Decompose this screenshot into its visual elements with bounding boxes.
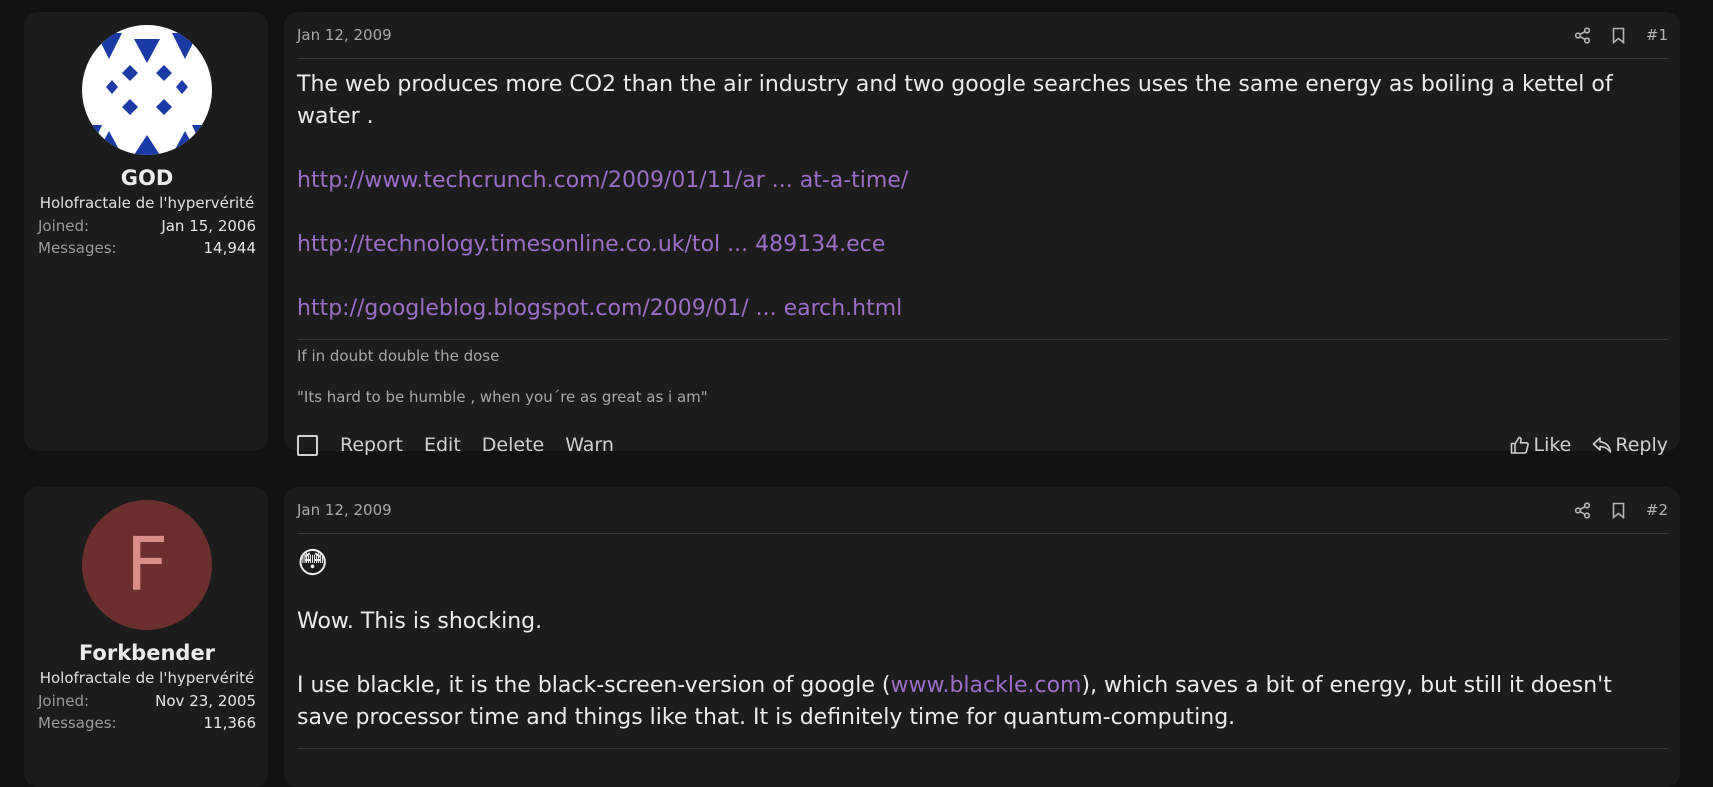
joined-stat: Joined: Jan 15, 2006 — [38, 217, 256, 235]
messages-stat: Messages: 14,944 — [38, 239, 256, 257]
like-button[interactable]: Like — [1510, 434, 1571, 456]
joined-stat: Joined: Nov 23, 2005 — [38, 692, 256, 710]
joined-label: Joined: — [38, 692, 90, 710]
signature-line-1: If in doubt double the dose — [297, 347, 500, 365]
messages-label: Messages: — [38, 714, 117, 732]
user-title: Holofractale de l'hypervérité — [39, 669, 255, 687]
triangle-pattern-avatar — [82, 25, 212, 155]
post-header: Jan 12, 2009 #2 — [297, 487, 1668, 534]
avatar[interactable]: F — [82, 500, 212, 630]
username[interactable]: GOD — [38, 166, 256, 190]
post-body: The web produces more CO2 than the air i… — [297, 59, 1668, 325]
post-date[interactable]: Jan 12, 2009 — [297, 501, 392, 519]
share-icon[interactable] — [1574, 501, 1591, 519]
share-icon[interactable] — [1574, 26, 1591, 44]
joined-value: Nov 23, 2005 — [155, 692, 256, 710]
post-2: F Forkbender Holofractale de l'hypervéri… — [24, 487, 1680, 787]
joined-label: Joined: — [38, 217, 90, 235]
bookmark-icon[interactable] — [1611, 502, 1626, 519]
post-text-1: Wow. This is shocking. — [297, 609, 543, 634]
user-panel-god: GOD Holofractale de l'hypervérité Joined… — [24, 12, 268, 451]
post-link-3[interactable]: http://googleblog.blogspot.com/2009/01/ … — [297, 296, 902, 321]
avatar[interactable] — [82, 25, 212, 155]
messages-value: 14,944 — [203, 239, 257, 257]
reaction-actions: Like Reply — [1489, 434, 1668, 456]
user-title: Holofractale de l'hypervérité — [39, 194, 255, 212]
reply-button[interactable]: Reply — [1592, 434, 1668, 456]
thumbs-up-icon — [1511, 436, 1530, 454]
post-1: GOD Holofractale de l'hypervérité Joined… — [24, 12, 1680, 456]
post-footer: Report Edit Delete Warn Like Reply — [297, 425, 1668, 465]
report-button[interactable]: Report — [340, 434, 403, 456]
flushed-face-emoji: 😳 — [297, 546, 329, 581]
warn-button[interactable]: Warn — [565, 434, 614, 456]
moderation-actions: Report Edit Delete Warn — [297, 434, 635, 456]
messages-value: 11,366 — [203, 714, 257, 732]
signature-line-2: "Its hard to be humble , when you´re as … — [297, 388, 708, 406]
post-text-2-before: I use blackle, it is the black-screen-ve… — [297, 673, 891, 698]
post-content: Jan 12, 2009 #1 The web produces more CO… — [284, 12, 1680, 456]
post-content: Jan 12, 2009 #2 😳 Wow. This is shocking.… — [284, 487, 1680, 787]
messages-stat: Messages: 11,366 — [38, 714, 256, 732]
post-text: The web produces more CO2 than the air i… — [297, 72, 1613, 129]
post-date[interactable]: Jan 12, 2009 — [297, 26, 392, 44]
post-header-actions: #1 — [1574, 26, 1668, 44]
delete-button[interactable]: Delete — [482, 434, 544, 456]
post-body: 😳 Wow. This is shocking. I use blackle, … — [297, 534, 1668, 734]
reply-label: Reply — [1615, 434, 1668, 456]
post-number[interactable]: #1 — [1646, 26, 1668, 44]
messages-label: Messages: — [38, 239, 117, 257]
user-panel-forkbender: F Forkbender Holofractale de l'hypervéri… — [24, 487, 268, 787]
post-header: Jan 12, 2009 #1 — [297, 12, 1668, 59]
post-link-2[interactable]: http://technology.timesonline.co.uk/tol … — [297, 232, 885, 257]
post-number[interactable]: #2 — [1646, 501, 1668, 519]
post-header-actions: #2 — [1574, 501, 1668, 519]
reply-icon — [1593, 437, 1612, 453]
edit-button[interactable]: Edit — [424, 434, 461, 456]
select-checkbox[interactable] — [297, 434, 318, 456]
username[interactable]: Forkbender — [38, 641, 256, 665]
post-text-2: I use blackle, it is the black-screen-ve… — [297, 670, 1668, 734]
bookmark-icon[interactable] — [1611, 27, 1626, 44]
signature: If in doubt double the dose "Its hard to… — [297, 339, 1668, 408]
blackle-link[interactable]: www.blackle.com — [891, 673, 1082, 698]
joined-value: Jan 15, 2006 — [161, 217, 256, 235]
like-label: Like — [1533, 434, 1572, 456]
post-link-1[interactable]: http://www.techcrunch.com/2009/01/11/ar … — [297, 168, 908, 193]
